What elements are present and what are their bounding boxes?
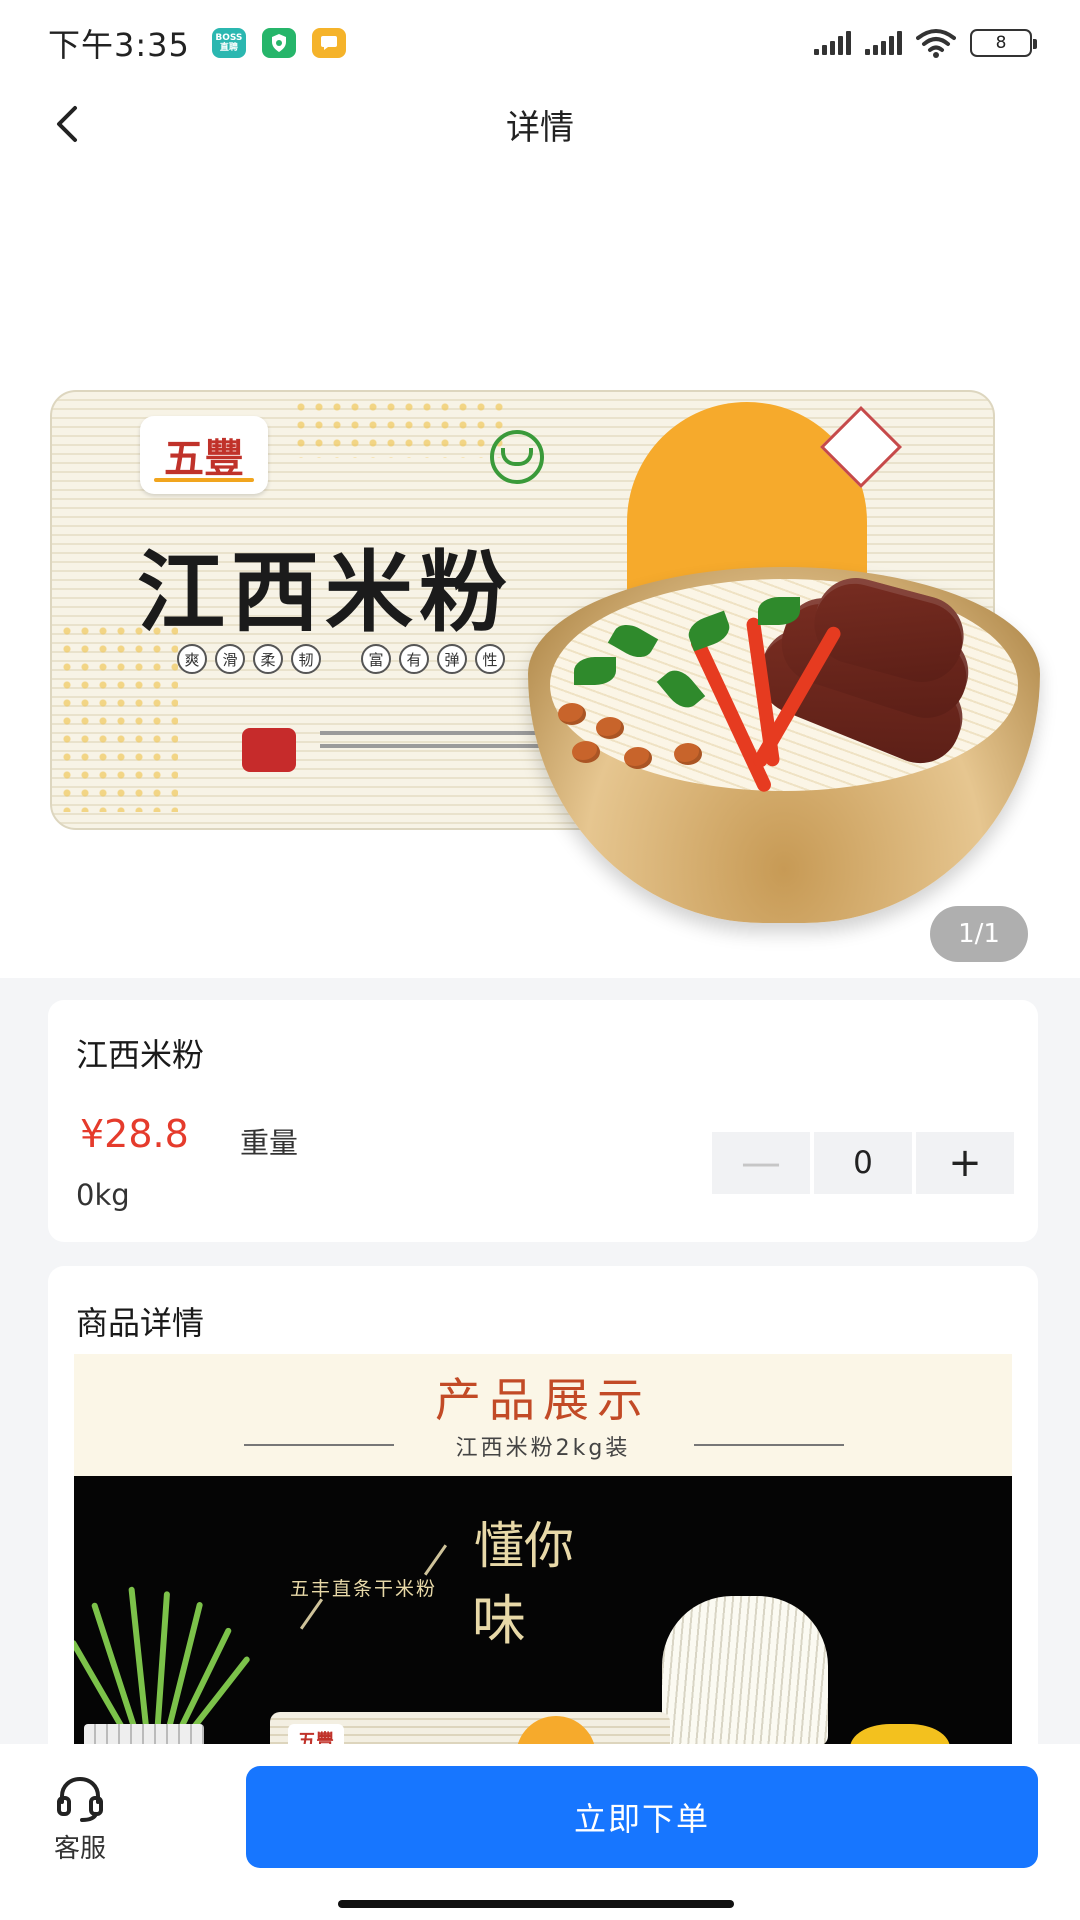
- signal-strength-icon: [814, 31, 851, 55]
- brand-logo: 五豐: [140, 416, 268, 494]
- nav-bar: 详情: [0, 86, 1080, 162]
- dry-rice-noodles-image: [662, 1596, 828, 1746]
- back-button[interactable]: [40, 96, 96, 152]
- product-image-carousel[interactable]: 五豐 江西米粉 爽滑柔韧 富有弹性 1/1: [0, 162, 1080, 978]
- place-order-button[interactable]: 立即下单: [246, 1766, 1038, 1868]
- battery-indicator: 8: [970, 29, 1037, 57]
- product-price: ¥28.8: [80, 1112, 189, 1156]
- decrease-quantity-button[interactable]: —: [712, 1132, 810, 1194]
- banner-subtitle: 江西米粉2kg装: [455, 1436, 631, 1461]
- wifi-icon: [916, 29, 956, 58]
- customer-service-button[interactable]: 客服: [30, 1774, 130, 1878]
- quantity-stepper: — 0 +: [712, 1132, 1014, 1194]
- product-info-card: 江西米粉 ¥28.8 重量 0kg — 0 +: [48, 1000, 1038, 1242]
- showcase-headline-2: 味: [472, 1589, 526, 1652]
- headset-icon: [57, 1776, 103, 1822]
- red-seal-icon: [242, 728, 296, 772]
- status-indicators: 8: [814, 28, 1037, 58]
- status-app-icons: BOSS 直聘: [211, 28, 346, 58]
- showcase-headline-1: 懂你: [474, 1517, 574, 1575]
- product-name: 江西米粉: [76, 1036, 205, 1074]
- page-title: 详情: [506, 107, 574, 148]
- product-detail-page: 下午3:35 BOSS 直聘 8 详情 五豐 江西米粉 爽 滑 柔 韧 富 有 …: [0, 0, 1080, 1920]
- banner-title: 产品展示: [435, 1373, 651, 1427]
- showcase-slogan: 五丰直条干米粉: [290, 1578, 438, 1600]
- bottom-action-bar: 客服 立即下单: [0, 1744, 1080, 1920]
- boss-app-icon: BOSS 直聘: [211, 28, 246, 58]
- increase-quantity-button[interactable]: +: [916, 1132, 1014, 1194]
- grass-plant-image: [74, 1586, 251, 1738]
- package-tagline: 爽滑柔韧 富有弹性: [177, 644, 505, 674]
- shield-app-icon: [261, 28, 296, 58]
- chevron-left-icon: [57, 106, 77, 142]
- customer-service-label: 客服: [53, 1834, 106, 1864]
- product-showcase-banner: 产品展示 江西米粉2kg装: [74, 1354, 1012, 1476]
- signal-strength-icon-2: [865, 31, 902, 55]
- home-indicator[interactable]: [338, 1900, 734, 1908]
- weight-value: 0kg: [76, 1178, 130, 1212]
- status-time: 下午3:35: [48, 26, 190, 64]
- weight-label: 重量: [240, 1126, 299, 1160]
- details-section-title: 商品详情: [76, 1304, 205, 1342]
- package-product-title: 江西米粉: [137, 540, 514, 644]
- quantity-value[interactable]: 0: [814, 1132, 912, 1194]
- green-food-icon: [490, 430, 544, 484]
- noodle-bowl-image: [528, 557, 1040, 929]
- status-bar: 下午3:35 BOSS 直聘 8: [0, 0, 1080, 86]
- message-app-icon: [311, 28, 346, 58]
- image-pager-indicator: 1/1: [930, 906, 1028, 962]
